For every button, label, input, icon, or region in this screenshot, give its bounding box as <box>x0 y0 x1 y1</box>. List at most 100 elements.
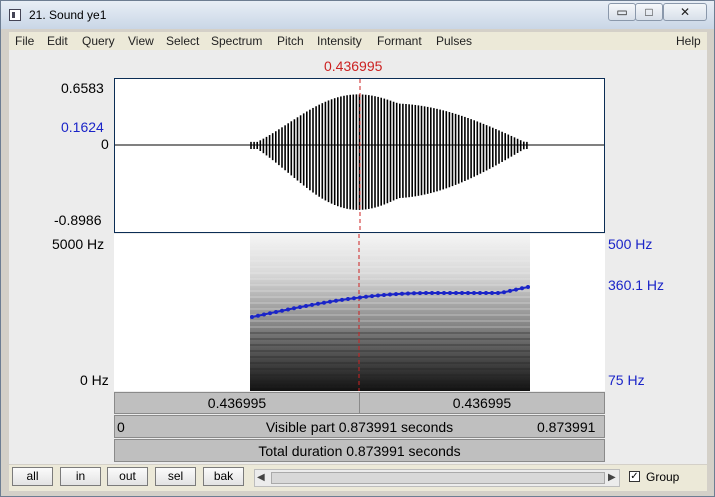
pitch-point <box>520 286 524 291</box>
waveform-max-label: 0.6583 <box>61 80 104 96</box>
menu-spectrum[interactable]: Spectrum <box>211 34 262 48</box>
spectrogram-band <box>250 374 530 376</box>
pitch-point <box>484 291 488 295</box>
spectrogram-band <box>250 302 530 304</box>
pitch-point <box>388 292 392 297</box>
zoom-in-button[interactable]: in <box>60 467 101 486</box>
pitch-point <box>286 307 290 312</box>
pitch-point <box>316 301 320 306</box>
spectrogram-band <box>250 350 530 352</box>
pitch-point <box>448 291 452 295</box>
spectrogram-band <box>250 368 530 370</box>
pitch-point <box>340 297 344 302</box>
pitch-point <box>496 291 500 295</box>
pitch-point <box>352 296 356 301</box>
close-button[interactable]: ✕ <box>663 3 707 21</box>
spectrogram-band <box>250 344 530 346</box>
horizontal-scrollbar[interactable]: ◀ ▶ <box>254 469 620 487</box>
pitch-point <box>358 295 362 300</box>
left-duration-bar[interactable]: 0.436995 <box>114 392 360 414</box>
zoom-selection-button[interactable]: sel <box>155 467 196 486</box>
pitch-point <box>424 291 428 296</box>
pitch-point <box>274 309 278 314</box>
pitch-point <box>376 293 380 298</box>
menu-file[interactable]: File <box>15 34 34 48</box>
spectrogram-band <box>250 380 530 382</box>
menu-select[interactable]: Select <box>166 34 199 48</box>
visible-part-text: Visible part 0.873991 seconds <box>265 419 454 435</box>
waveform-svg <box>115 79 604 232</box>
pitch-point <box>430 291 434 295</box>
spectrogram-band <box>250 266 530 268</box>
menu-intensity[interactable]: Intensity <box>317 34 362 48</box>
menu-help[interactable]: Help <box>676 34 701 48</box>
menu-view[interactable]: View <box>128 34 154 48</box>
right-duration-text: 0.436995 <box>452 395 512 411</box>
right-duration-bar[interactable]: 0.436995 <box>359 392 605 414</box>
window-title: 21. Sound ye1 <box>29 8 107 22</box>
pitch-point <box>508 288 512 293</box>
app-icon <box>9 9 21 21</box>
pitch-point <box>490 291 494 295</box>
spectrogram-band <box>250 248 530 250</box>
menu-query[interactable]: Query <box>82 34 115 48</box>
spectrogram-view[interactable] <box>114 234 605 391</box>
pitch-value-label: 360.1 Hz <box>608 277 665 293</box>
waveform-trace <box>250 94 528 210</box>
waveform-zero-label: 0 <box>101 136 109 152</box>
spectrogram-band <box>250 284 530 286</box>
zoom-out-button[interactable]: out <box>107 467 148 486</box>
pitch-point <box>400 291 404 296</box>
menu-pitch[interactable]: Pitch <box>277 34 304 48</box>
spectrogram-band <box>250 278 530 280</box>
pitch-top-label: 500 Hz <box>608 236 653 252</box>
pitch-point <box>466 291 470 295</box>
pitch-point <box>346 297 350 302</box>
spectrogram-band <box>250 314 530 316</box>
menu-formant[interactable]: Formant <box>377 34 422 48</box>
menu-edit[interactable]: Edit <box>47 34 68 48</box>
scroll-left-icon[interactable]: ◀ <box>257 472 265 483</box>
waveform-cursor-value: 0.1624 <box>61 119 104 135</box>
pitch-point <box>394 292 398 297</box>
menu-bar: File Edit Query View Select Spectrum Pit… <box>9 32 707 50</box>
pitch-point <box>436 291 440 295</box>
zoom-all-button[interactable]: all <box>12 467 53 486</box>
pitch-point <box>310 302 314 307</box>
pitch-point <box>268 311 272 316</box>
spectrogram-svg <box>250 234 530 391</box>
pitch-point <box>502 290 506 295</box>
spectrogram-band <box>250 272 530 274</box>
pitch-point <box>370 294 374 299</box>
pitch-point <box>478 291 482 295</box>
title-bar[interactable]: 21. Sound ye1 ▭ □ ✕ <box>1 1 714 29</box>
scroll-thumb[interactable] <box>271 472 605 484</box>
pitch-point <box>526 285 530 289</box>
spectrogram-band <box>250 356 530 358</box>
group-checkbox[interactable]: ✓ <box>629 471 640 482</box>
scroll-right-icon[interactable]: ▶ <box>608 472 616 483</box>
pitch-point <box>460 291 464 295</box>
pitch-point <box>472 291 476 295</box>
spectrogram-band <box>250 362 530 364</box>
spectrogram-band <box>250 320 530 322</box>
waveform-view[interactable] <box>114 78 605 233</box>
pitch-point <box>514 287 518 292</box>
pitch-point <box>418 291 422 296</box>
spectrogram-bottom-label: 0 Hz <box>80 372 109 388</box>
group-label: Group <box>646 470 680 484</box>
restore-button[interactable]: □ <box>635 3 663 21</box>
pitch-point <box>442 291 446 295</box>
minimize-button[interactable]: ▭ <box>608 3 636 21</box>
pitch-point <box>304 303 308 308</box>
pitch-point <box>328 299 332 304</box>
total-duration-bar[interactable]: Total duration 0.873991 seconds <box>114 439 605 462</box>
visible-end-label: 0.873991 <box>537 419 596 435</box>
pitch-point <box>406 291 410 296</box>
spectrogram-top-label: 5000 Hz <box>52 236 105 252</box>
menu-pulses[interactable]: Pulses <box>436 34 472 48</box>
visible-part-bar[interactable]: 0 Visible part 0.873991 seconds 0.873991 <box>114 415 605 438</box>
cursor-time-label: 0.436995 <box>324 58 383 74</box>
pitch-point <box>250 315 254 319</box>
zoom-back-button[interactable]: bak <box>203 467 244 486</box>
